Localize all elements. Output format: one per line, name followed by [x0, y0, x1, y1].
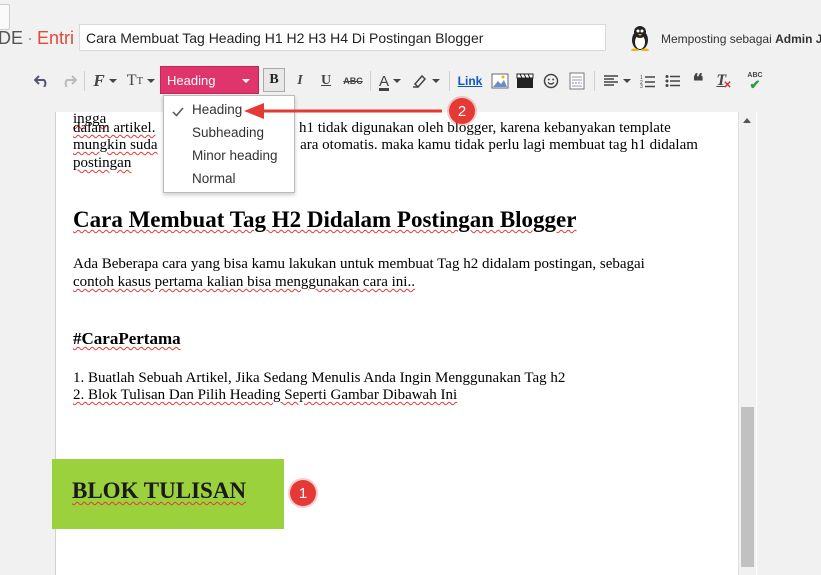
- svg-text:3: 3: [640, 84, 643, 88]
- video-icon[interactable]: [514, 64, 536, 98]
- italic-button[interactable]: I: [290, 64, 310, 98]
- user-penguin-icon: [628, 25, 652, 52]
- scroll-up-arrow-icon[interactable]: [743, 118, 751, 123]
- link-button[interactable]: Link: [455, 64, 485, 98]
- para1-line2-end: ara otomatis. maka kamu tidak perlu lagi…: [300, 137, 698, 153]
- strikethrough-button[interactable]: ABC: [341, 64, 365, 98]
- para1-line3: postingan: [73, 155, 132, 171]
- bold-button[interactable]: B: [263, 68, 285, 92]
- editor-scrollbar[interactable]: [738, 112, 756, 575]
- dropdown-option-minor-heading[interactable]: Minor heading: [164, 144, 294, 167]
- highlight-color-icon[interactable]: [410, 64, 442, 98]
- blok-tulisan-text[interactable]: BLOK TULISAN: [72, 478, 246, 504]
- compose-mode-button[interactable]: [0, 4, 10, 30]
- align-icon[interactable]: [600, 64, 634, 98]
- undo-icon[interactable]: [32, 64, 52, 98]
- post-title-input[interactable]: [79, 24, 606, 51]
- bulleted-list-icon[interactable]: [662, 64, 684, 98]
- quote-icon[interactable]: ❝: [687, 64, 709, 98]
- paragraph-style-select[interactable]: Heading: [160, 66, 259, 94]
- toolbar-divider: [84, 71, 85, 91]
- brand-separator: ·: [27, 28, 34, 48]
- dropdown-option-heading[interactable]: Heading: [164, 98, 294, 121]
- step-1: 1. Buatlah Sebuah Artikel, Jika Sedang M…: [73, 370, 566, 386]
- paragraph-style-dropdown: Heading Subheading Minor heading Normal: [163, 95, 295, 193]
- font-size-icon[interactable]: TT: [125, 64, 157, 98]
- posting-as-text: Memposting sebagai Admin J: [661, 32, 821, 46]
- check-icon: [172, 105, 184, 120]
- dropdown-option-subheading[interactable]: Subheading: [164, 121, 294, 144]
- step-badge-1: 1: [290, 480, 316, 506]
- jump-break-icon[interactable]: [566, 64, 588, 98]
- para1-line1-start: dalam artikel.: [73, 120, 156, 136]
- posting-as-label: Memposting sebagai: [661, 32, 772, 46]
- brand-entri[interactable]: Entri: [37, 28, 74, 48]
- numbered-list-icon[interactable]: 123: [637, 64, 659, 98]
- underline-button[interactable]: U: [316, 64, 336, 98]
- scrollbar-thumb[interactable]: [741, 407, 754, 567]
- para2-line1: Ada Beberapa cara yang bisa kamu lakukan…: [73, 256, 645, 272]
- posting-as-user: Admin J: [775, 32, 821, 46]
- step-badge-2: 2: [449, 98, 475, 124]
- spellcheck-icon[interactable]: ABC ✔: [743, 64, 767, 98]
- text-color-icon[interactable]: A: [375, 64, 405, 98]
- para1-line2-start: mungkin suda: [73, 137, 158, 153]
- paragraph-style-value: Heading: [167, 72, 216, 88]
- toolbar-divider: [370, 71, 371, 91]
- dropdown-option-normal[interactable]: Normal: [164, 167, 294, 190]
- step-2: 2. Blok Tulisan Dan Pilih Heading Sepert…: [73, 387, 458, 403]
- blog-brand[interactable]: DE · Entri: [0, 28, 74, 49]
- font-family-icon[interactable]: F: [90, 64, 120, 98]
- redo-icon[interactable]: [59, 64, 79, 98]
- emoji-icon[interactable]: [540, 64, 562, 98]
- dropdown-option-label: Subheading: [192, 125, 265, 140]
- toolbar-divider: [449, 71, 450, 91]
- para1-line1-end: h1 tidak digunakan oleh blogger, karena …: [298, 120, 671, 136]
- image-icon[interactable]: [489, 64, 511, 98]
- dropdown-option-label: Normal: [192, 171, 236, 186]
- brand-prefix: DE: [0, 28, 24, 48]
- h2-heading: Cara Membuat Tag H2 Didalam Postingan Bl…: [73, 207, 577, 232]
- dropdown-option-label: Heading: [192, 102, 243, 117]
- editor-header: DE·Entri Memposting sebagai Admin J: [0, 0, 821, 64]
- toolbar-divider: [594, 71, 595, 91]
- para2-line2: contoh kasus pertama kalian bisa menggun…: [73, 274, 415, 290]
- chevron-down-icon: [242, 79, 250, 83]
- dropdown-option-label: Minor heading: [192, 148, 278, 163]
- cara-pertama-heading: #CaraPertama: [73, 329, 181, 348]
- remove-formatting-icon[interactable]: T ✕: [713, 64, 735, 98]
